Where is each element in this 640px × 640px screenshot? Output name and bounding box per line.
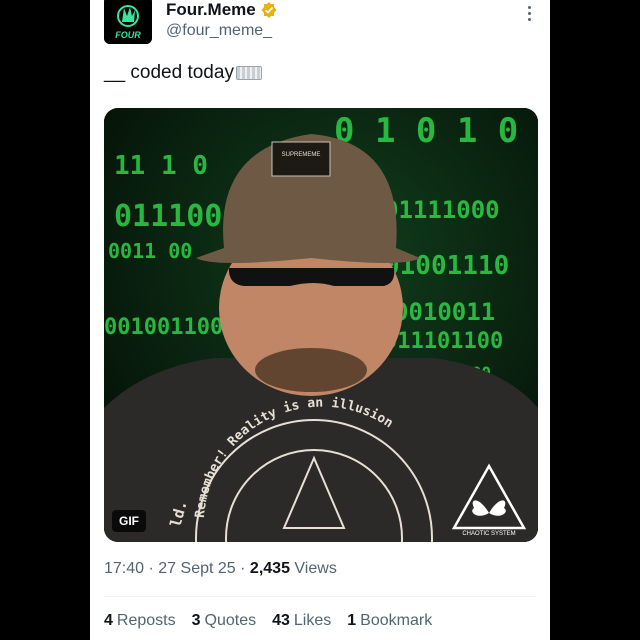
author-name[interactable]: Four.Meme <box>166 0 256 20</box>
likes-stat[interactable]: 43 Likes <box>272 612 331 630</box>
stat-label: Bookmark <box>360 612 433 629</box>
tweet-card: FOUR Four.Meme @four_meme_ __ coded toda… <box>90 0 550 640</box>
tweet-date[interactable]: 27 Sept 25 <box>158 560 235 577</box>
four-meme-logo-icon: FOUR <box>104 0 152 44</box>
author-row: Four.Meme <box>166 0 278 20</box>
tweet-text: __ coded today <box>104 62 262 84</box>
binary-row: 0 1 0 1 0 <box>334 111 518 151</box>
binary-row: 0011 00 <box>108 239 192 263</box>
avatar-text: FOUR <box>115 30 141 40</box>
quotes-stat[interactable]: 3 Quotes <box>192 612 257 630</box>
hat-label <box>271 141 331 177</box>
stat-label: Likes <box>293 612 332 629</box>
tweet-meta: 17:40 · 27 Sept 25 · 2,435 Views <box>104 560 337 578</box>
keyboard-emoji-icon <box>235 66 262 80</box>
binary-row: 001001100 <box>104 315 223 340</box>
views-label: Views <box>294 560 337 577</box>
views-count: 2,435 <box>249 560 290 577</box>
engagement-stats: 4 Reposts 3 Quotes 43 Likes 1 Bookmark <box>104 612 432 630</box>
verified-badge-icon <box>261 2 277 18</box>
binary-row: 0010011 <box>394 298 495 326</box>
binary-row: 01111000 <box>384 196 500 224</box>
divider <box>104 596 536 597</box>
meta-separator: · <box>240 560 246 577</box>
gif-badge[interactable]: GIF <box>112 510 146 532</box>
hat-label-text: SUPREMEME <box>282 152 321 158</box>
stat-label: Reposts <box>116 612 176 629</box>
meta-separator: · <box>148 560 154 577</box>
tweet-text-content: __ coded today <box>104 62 234 83</box>
stat-label: Quotes <box>204 612 257 629</box>
avatar[interactable]: FOUR <box>104 0 152 44</box>
reposts-stat[interactable]: 4 Reposts <box>104 612 176 630</box>
logo-text: CHAOTIC SYSTEM <box>462 531 515 537</box>
bookmarks-stat[interactable]: 1 Bookmark <box>347 612 432 630</box>
binary-row: 011101100 <box>384 329 503 354</box>
gif-image: 0 1 0 1 0 11 1 0 01111000 0111000 010011… <box>104 108 538 542</box>
stat-count: 43 <box>272 612 290 629</box>
author-handle[interactable]: @four_meme_ <box>166 22 272 40</box>
more-options-icon[interactable] <box>526 6 532 24</box>
tweet-time[interactable]: 17:40 <box>104 560 144 577</box>
stat-count: 4 <box>104 612 113 629</box>
gif-media[interactable]: 0 1 0 1 0 11 1 0 01111000 0111000 010011… <box>104 108 538 542</box>
binary-row: 0111000 <box>114 199 240 234</box>
stat-count: 3 <box>191 612 201 629</box>
binary-row: 11 1 0 <box>114 151 208 181</box>
stat-count: 1 <box>347 612 357 629</box>
